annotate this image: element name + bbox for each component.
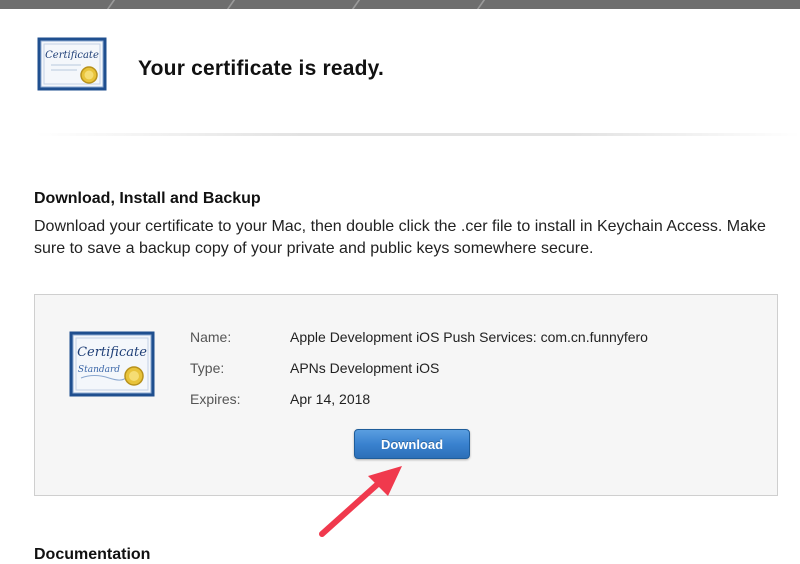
divider bbox=[36, 133, 800, 136]
svg-text:Certificate: Certificate bbox=[77, 345, 147, 360]
svg-text:Standard: Standard bbox=[78, 365, 120, 375]
type-label: Type: bbox=[190, 360, 225, 376]
expires-value: Apr 14, 2018 bbox=[290, 391, 371, 407]
expires-label: Expires: bbox=[190, 391, 241, 407]
name-label: Name: bbox=[190, 329, 232, 345]
section-heading: Download, Install and Backup bbox=[34, 190, 261, 207]
red-arrow-icon bbox=[319, 466, 402, 537]
type-value: APNs Development iOS bbox=[290, 360, 440, 376]
section-description: Download your certificate to your Mac, t… bbox=[34, 218, 766, 257]
browser-tab-strip bbox=[0, 0, 800, 9]
certificate-icon: Certificate bbox=[37, 37, 107, 91]
documentation-heading: Documentation bbox=[34, 546, 151, 563]
page-title: Your certificate is ready. bbox=[138, 57, 385, 80]
certificate-standard-icon: Certificate Standard bbox=[69, 331, 155, 397]
download-button[interactable]: Download bbox=[354, 429, 470, 459]
name-value: Apple Development iOS Push Services: com… bbox=[290, 329, 648, 345]
svg-text:Certificate: Certificate bbox=[45, 50, 99, 61]
